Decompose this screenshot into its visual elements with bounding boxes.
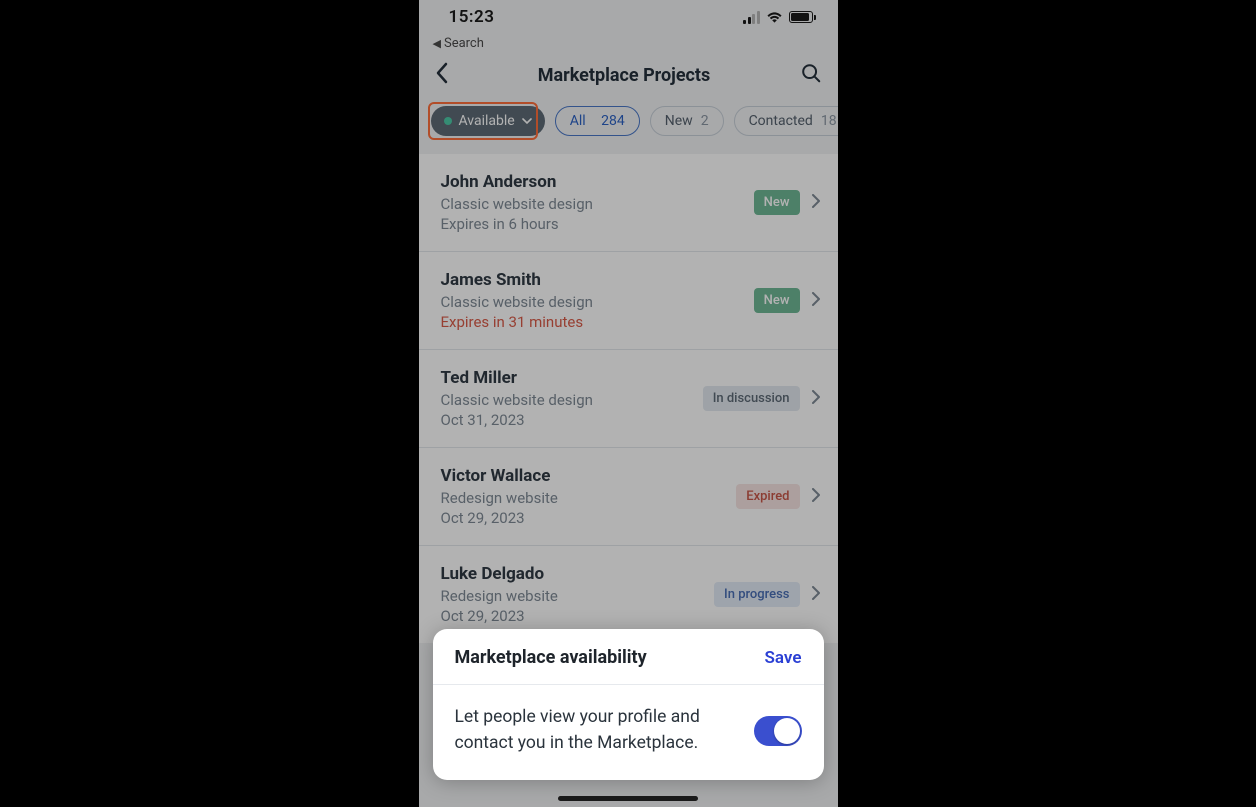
project-name: Ted Miller [441,368,593,388]
back-button[interactable] [435,62,449,88]
project-right: New [754,190,820,215]
project-meta: Expires in 31 minutes [441,313,593,331]
status-dot-icon [444,117,452,125]
save-button[interactable]: Save [765,648,802,668]
phone-frame: 15:23 ◀ Search Marketplace Projects Avai… [419,0,838,807]
availability-label: Available [459,113,515,129]
wifi-icon [766,11,783,24]
page-title: Marketplace Projects [538,65,711,86]
project-info: Ted Miller Classic website design Oct 31, … [441,368,593,429]
sheet-title: Marketplace availability [455,647,647,668]
project-subtitle: Redesign website [441,587,558,605]
availability-sheet: Marketplace availability Save Let people… [433,629,824,780]
status-icons [743,11,816,24]
caret-left-icon: ◀ [433,37,441,50]
project-meta: Expires in 6 hours [441,215,593,233]
chevron-down-icon [522,118,532,125]
project-right: In discussion [703,386,820,411]
project-name: Luke Delgado [441,564,558,584]
chevron-right-icon [812,193,820,212]
status-badge: In discussion [703,386,800,411]
tab-all[interactable]: All 284 [555,106,640,136]
chevron-right-icon [812,389,820,408]
tab-new[interactable]: New2 [650,106,724,136]
home-indicator[interactable] [558,796,698,801]
project-info: James Smith Classic website design Expires… [441,270,593,331]
back-to-search[interactable]: ◀ Search [419,34,838,52]
project-info: John Anderson Classic website design Expir… [441,172,593,233]
sheet-description: Let people view your profile and contact… [455,705,715,756]
chevron-right-icon [812,585,820,604]
project-info: Victor Wallace Redesign website Oct 29, 20… [441,466,558,527]
project-subtitle: Redesign website [441,489,558,507]
status-bar: 15:23 [419,0,838,34]
search-button[interactable] [800,62,822,88]
project-list: John Anderson Classic website design Expir… [419,154,838,643]
project-right: New [754,288,820,313]
toggle-knob [774,718,800,744]
status-badge: In progress [714,582,799,607]
project-meta: Oct 31, 2023 [441,411,593,429]
cellular-icon [743,11,760,24]
project-row[interactable]: James Smith Classic website design Expires… [419,252,838,350]
availability-chip[interactable]: Available [431,106,545,136]
status-badge: New [754,288,800,313]
status-badge: New [754,190,800,215]
project-row[interactable]: John Anderson Classic website design Expir… [419,154,838,252]
project-subtitle: Classic website design [441,391,593,409]
back-search-label: Search [444,36,484,51]
project-subtitle: Classic website design [441,293,593,311]
chevron-right-icon [812,487,820,506]
tab-contacted[interactable]: Contacted18 [734,106,838,136]
project-row[interactable]: Victor Wallace Redesign website Oct 29, 20… [419,448,838,546]
project-name: James Smith [441,270,593,290]
status-badge: Expired [736,484,799,509]
project-right: Expired [736,484,819,509]
sheet-header: Marketplace availability Save [433,629,824,685]
sheet-body: Let people view your profile and contact… [433,685,824,780]
battery-icon [789,11,816,23]
project-name: Victor Wallace [441,466,558,486]
page-header: Marketplace Projects [419,52,838,96]
project-subtitle: Classic website design [441,195,593,213]
project-meta: Oct 29, 2023 [441,607,558,625]
chevron-right-icon [812,291,820,310]
project-right: In progress [714,582,819,607]
clock: 15:23 [449,7,495,27]
filter-bar: Available All 284 New2 Contacted18 I [419,96,838,154]
availability-toggle[interactable] [754,716,802,746]
project-name: John Anderson [441,172,593,192]
project-meta: Oct 29, 2023 [441,509,558,527]
project-row[interactable]: Ted Miller Classic website design Oct 31, … [419,350,838,448]
project-info: Luke Delgado Redesign website Oct 29, 2023 [441,564,558,625]
